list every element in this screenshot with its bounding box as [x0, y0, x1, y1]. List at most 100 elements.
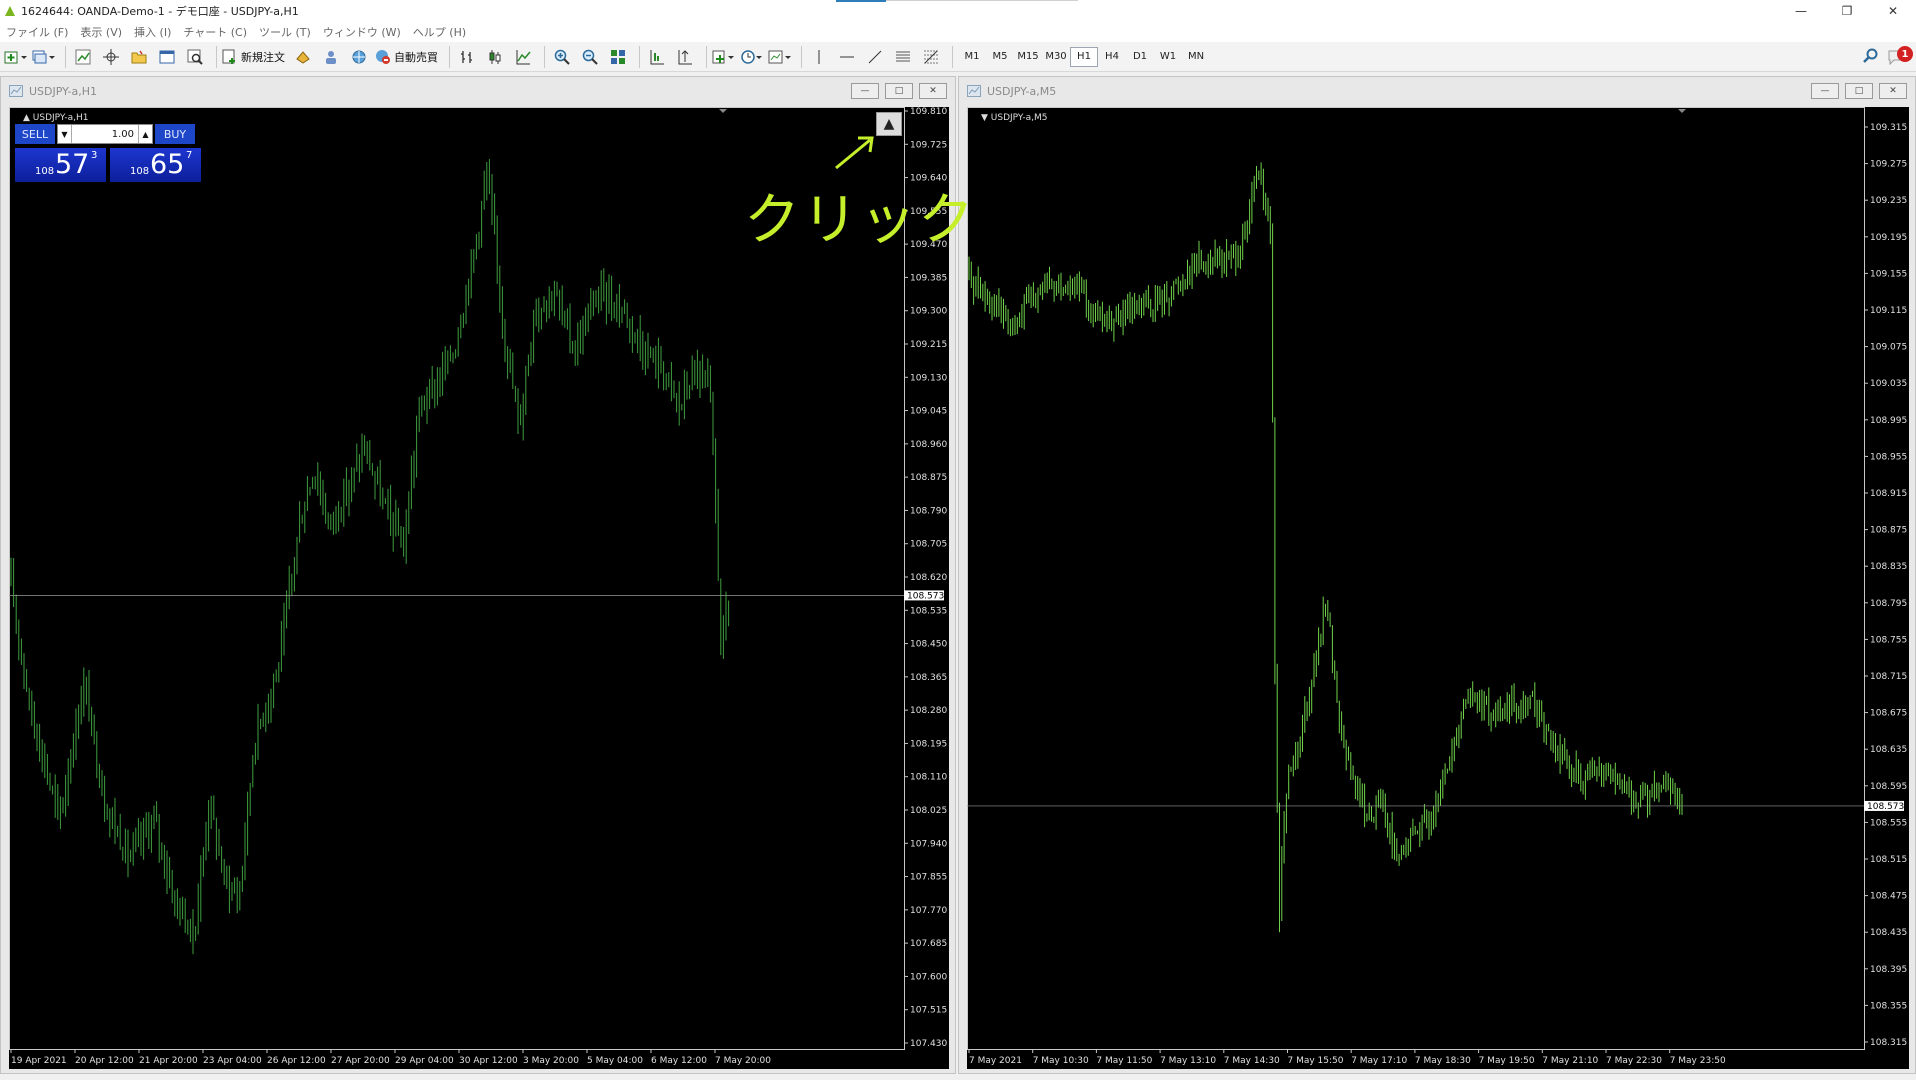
channel-button[interactable]	[891, 46, 915, 68]
templates-button[interactable]	[768, 46, 792, 68]
bid-price-button[interactable]: 108 57 3	[15, 148, 106, 182]
period-m15[interactable]: M15	[1014, 47, 1042, 67]
notifications-button[interactable]: 1	[1888, 46, 1913, 66]
fibonacci-button[interactable]	[919, 46, 943, 68]
price-chart-m5[interactable]: ▼ USDJPY-a,M5 109.315 109.275 109.235 109.19…	[967, 107, 1909, 1069]
chart-window-titlebar[interactable]: USDJPY-a,M5 — □ ✕	[959, 77, 1915, 105]
new-chart-button[interactable]	[4, 46, 28, 68]
zoom-out-icon	[582, 49, 598, 65]
meta-editor-icon	[296, 50, 310, 64]
chart-window-m5[interactable]: USDJPY-a,M5 — □ ✕ ▼ USDJPY-a,M5 109.315 10…	[958, 76, 1916, 1074]
terminal-button[interactable]	[155, 46, 179, 68]
lot-size-value[interactable]: 1.00	[72, 129, 138, 140]
price-tick-label: 109.195	[1870, 233, 1907, 243]
title-accent	[836, 0, 886, 2]
menu-chart[interactable]: チャート (C)	[179, 24, 255, 40]
chart-window-titlebar[interactable]: USDJPY-a,H1 — □ ✕	[1, 77, 955, 105]
vertical-line-button[interactable]	[807, 46, 831, 68]
indicators-button[interactable]	[712, 46, 736, 68]
chart-maximize-button[interactable]: □	[885, 83, 913, 99]
price-tick-label: 109.235	[1870, 196, 1907, 206]
time-tick-label: 26 Apr 12:00	[267, 1056, 326, 1066]
candlestick-button[interactable]	[483, 46, 507, 68]
title-bar: 1624644: OANDA-Demo-1 - デモ口座 - USDJPY-a,…	[0, 0, 1916, 22]
lot-size-field[interactable]: ▼ 1.00 ▲	[57, 124, 153, 144]
sell-button[interactable]: SELL	[15, 124, 55, 144]
market-watch-icon	[75, 49, 91, 64]
chart-minimize-button[interactable]: —	[851, 83, 879, 99]
current-price-label: 108.573	[1867, 802, 1904, 812]
channel-icon	[896, 51, 910, 61]
horizontal-line-button[interactable]	[835, 46, 859, 68]
time-tick-label: 7 May 2021	[969, 1056, 1022, 1066]
price-tick-label: 109.115	[1870, 306, 1907, 316]
price-tick-label: 109.035	[1870, 379, 1907, 389]
price-tick-label: 108.195	[910, 739, 947, 749]
restore-button[interactable]: ❐	[1824, 0, 1870, 22]
toolbar-separator	[65, 45, 66, 68]
ask-price-button[interactable]: 108 65 7	[110, 148, 201, 182]
price-tick-label: 108.535	[910, 606, 947, 616]
bar-chart-button[interactable]	[455, 46, 479, 68]
menu-tools[interactable]: ツール (T)	[255, 24, 319, 40]
price-tick-label: 108.110	[910, 773, 947, 783]
chart-shift-button[interactable]	[673, 46, 697, 68]
period-m5[interactable]: M5	[986, 47, 1014, 67]
chart-symbol-label: ▼ USDJPY-a,M5	[981, 113, 1047, 123]
price-tick-label: 109.075	[1870, 343, 1907, 353]
menu-help[interactable]: ヘルプ (H)	[409, 24, 474, 40]
price-tick-label: 109.300	[910, 307, 947, 317]
chart-window-controls: — □ ✕	[1811, 83, 1907, 99]
data-window-button[interactable]	[99, 46, 123, 68]
tile-windows-button[interactable]	[606, 46, 630, 68]
zoom-out-button[interactable]	[578, 46, 602, 68]
period-m1[interactable]: M1	[958, 47, 986, 67]
chart-area-m5[interactable]: ▼ USDJPY-a,M5 109.315 109.275 109.235 109.19…	[967, 107, 1909, 1069]
price-tick-label: 109.725	[910, 140, 947, 150]
click-annotation: クリック	[744, 188, 976, 253]
time-tick-label: 5 May 04:00	[587, 1056, 643, 1066]
minimize-button[interactable]: —	[1778, 0, 1824, 22]
buy-button[interactable]: BUY	[155, 124, 195, 144]
period-w1[interactable]: W1	[1154, 47, 1182, 67]
search-icon[interactable]	[1862, 48, 1878, 64]
menu-window[interactable]: ウィンドウ (W)	[319, 24, 409, 40]
toolbar-separator	[639, 45, 640, 68]
auto-trading-button[interactable]: 自動売買	[375, 49, 438, 65]
meta-editor-button[interactable]	[291, 46, 315, 68]
toolbar-right: 1	[1862, 46, 1913, 66]
chart-maximize-button[interactable]: □	[1845, 83, 1873, 99]
chart-close-button[interactable]: ✕	[919, 83, 947, 99]
community-button[interactable]	[319, 46, 343, 68]
period-h1[interactable]: H1	[1070, 46, 1098, 67]
price-tick-label: 108.955	[1870, 452, 1907, 462]
chart-close-button[interactable]: ✕	[1879, 83, 1907, 99]
signals-button[interactable]	[347, 46, 371, 68]
profiles-button[interactable]	[32, 46, 56, 68]
navigator-button[interactable]	[127, 46, 151, 68]
time-tick-label: 21 Apr 20:00	[139, 1056, 198, 1066]
market-watch-button[interactable]	[71, 46, 95, 68]
price-tick-label: 108.915	[1870, 489, 1907, 499]
close-button[interactable]: ✕	[1870, 0, 1916, 22]
lot-increase-icon[interactable]: ▲	[138, 125, 152, 143]
auto-scroll-button[interactable]	[645, 46, 669, 68]
chart-minimize-button[interactable]: —	[1811, 83, 1839, 99]
chart-window-icon	[967, 85, 981, 97]
lot-decrease-icon[interactable]: ▼	[58, 125, 72, 143]
menu-insert[interactable]: 挿入 (I)	[130, 24, 179, 40]
price-tick-label: 108.960	[910, 440, 947, 450]
strategy-tester-button[interactable]	[183, 46, 207, 68]
period-m30[interactable]: M30	[1042, 47, 1070, 67]
new-order-button[interactable]: 新規注文	[222, 49, 285, 65]
price-tick-label: 108.715	[1870, 672, 1907, 682]
trendline-button[interactable]	[863, 46, 887, 68]
menu-file[interactable]: ファイル (F)	[2, 24, 76, 40]
periods-dropdown-button[interactable]	[740, 46, 764, 68]
period-h4[interactable]: H4	[1098, 47, 1126, 67]
zoom-in-button[interactable]	[550, 46, 574, 68]
period-mn[interactable]: MN	[1182, 47, 1210, 67]
menu-view[interactable]: 表示 (V)	[76, 24, 130, 40]
period-d1[interactable]: D1	[1126, 47, 1154, 67]
line-chart-button[interactable]	[511, 46, 535, 68]
